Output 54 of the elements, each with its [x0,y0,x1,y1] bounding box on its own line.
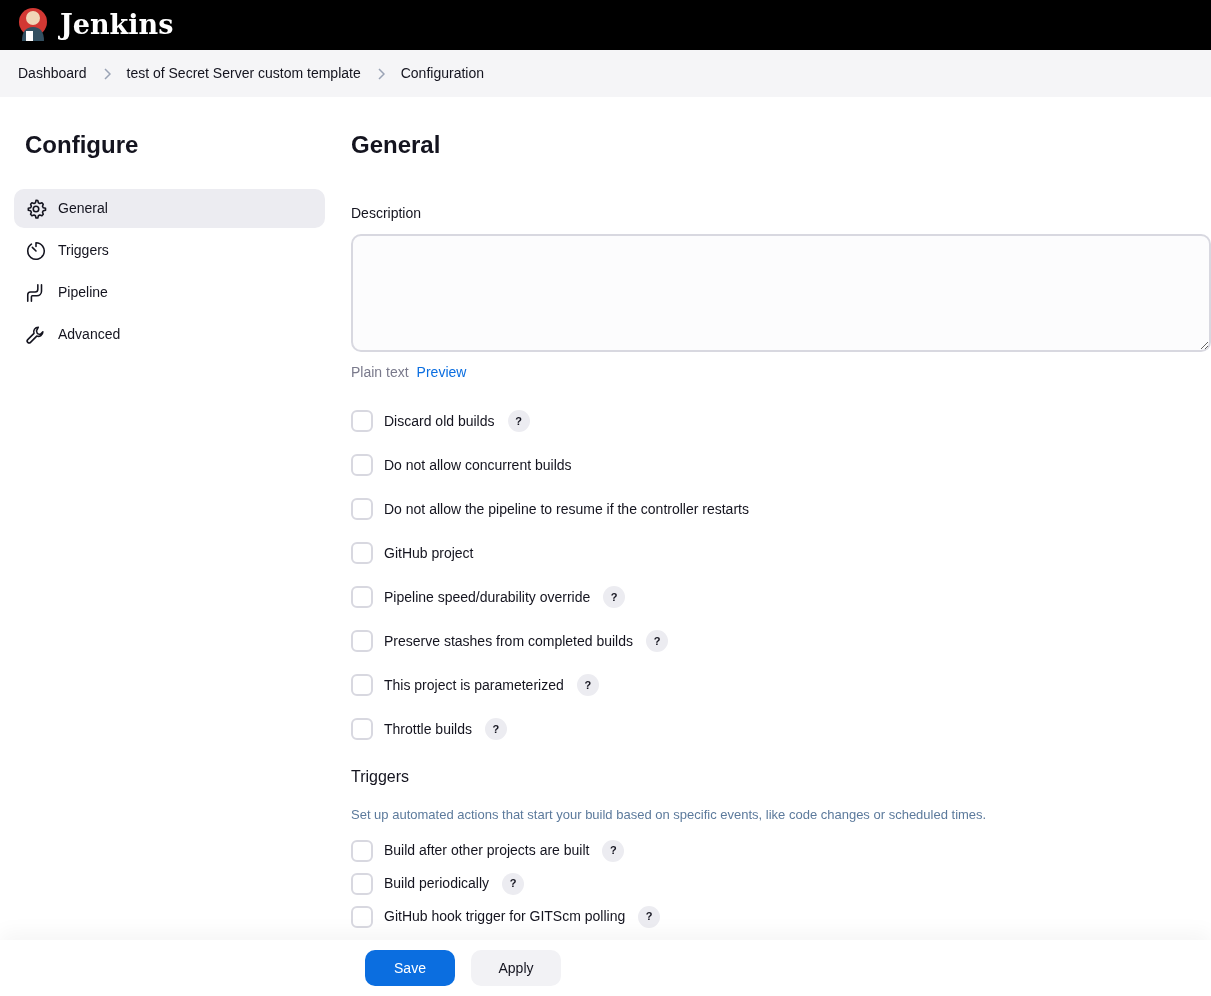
apply-button[interactable]: Apply [471,950,561,986]
checkbox[interactable] [351,839,373,862]
checkbox-label[interactable]: Discard old builds [384,410,495,432]
help-button[interactable]: ? [502,872,525,895]
checkbox-label[interactable]: Do not allow the pipeline to resume if the controller restarts [384,498,749,520]
app-title[interactable]: Jenkins [60,4,174,46]
breadcrumb-link[interactable]: Dashboard [18,63,87,84]
checkbox-label[interactable]: GitHub hook trigger for GITScm polling [384,906,626,927]
help-button[interactable]: ? [576,674,599,696]
checkbox-label[interactable]: Do not allow concurrent builds [384,454,572,476]
help-button[interactable]: ? [603,586,626,608]
checkbox[interactable] [351,872,373,895]
checkbox-label[interactable]: This project is parameterized [384,674,564,696]
sidebar-title: Configure [25,130,140,160]
save-button[interactable]: Save [365,950,455,986]
sidebar-item[interactable]: Advanced [14,315,325,354]
help-button[interactable]: ? [602,839,625,862]
checkbox-label[interactable]: Build after other projects are built [384,840,590,861]
checkbox[interactable] [351,674,373,696]
breadcrumb-link[interactable]: test of Secret Server custom template [126,63,361,84]
help-button[interactable]: ? [484,718,507,740]
checkbox[interactable] [351,454,373,476]
checkbox[interactable] [351,498,373,520]
checkbox-label[interactable]: Throttle builds [384,718,472,740]
sidebar-item[interactable]: Pipeline [14,273,325,312]
timer-icon [25,239,47,262]
triggers-description: Set up automated actions that start your build based on specific events, like code changes or scheduled times. [351,806,988,824]
checkbox-label[interactable]: Pipeline speed/durability override [384,586,591,608]
description-field[interactable] [351,234,1211,352]
checkbox[interactable] [351,905,373,928]
format-label: Plain text [351,363,409,382]
sidebar-item[interactable]: Triggers [14,231,325,270]
chevron-icon [102,67,111,80]
help-button[interactable]: ? [646,630,668,652]
checkbox-label[interactable]: Preserve stashes from completed builds [384,630,633,652]
checkbox-label[interactable]: GitHub project [384,542,474,564]
description-label: Description [351,204,423,223]
checkbox[interactable] [351,586,373,608]
checkbox-label[interactable]: Build periodically [384,873,490,894]
settings-icon [25,197,47,220]
wrench-icon [25,323,47,346]
checkbox[interactable] [351,630,373,652]
help-button[interactable]: ? [507,410,530,432]
breadcrumb-link[interactable]: Configuration [400,63,484,84]
checkbox[interactable] [351,410,373,432]
help-button[interactable]: ? [638,905,661,928]
section-title: General [351,130,442,160]
checkbox[interactable] [351,718,373,740]
sidebar-item[interactable]: General [14,189,325,228]
preview-link[interactable]: Preview [416,362,467,383]
triggers-heading: Triggers [351,767,411,787]
checkbox[interactable] [351,542,373,564]
logo-icon[interactable] [18,7,48,43]
chevron-icon [376,67,385,80]
